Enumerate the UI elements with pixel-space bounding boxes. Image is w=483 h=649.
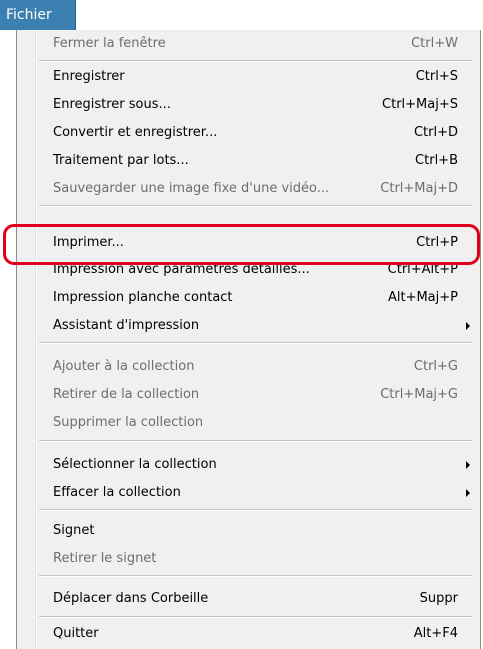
menu-item-shortcut: Ctrl+Maj+G bbox=[380, 387, 458, 402]
menu-item-label: Traitement par lots... bbox=[53, 153, 189, 168]
menu-item-deplacer-dans-corbeille[interactable]: Déplacer dans Corbeille Suppr bbox=[37, 585, 474, 613]
menu-item-shortcut: Suppr bbox=[419, 591, 458, 606]
menu-item-label: Convertir et enregistrer... bbox=[53, 125, 218, 140]
menu-item-retirer-de-la-collection[interactable]: Retirer de la collection Ctrl+Maj+G bbox=[37, 381, 474, 409]
menu-item-shortcut: Ctrl+Maj+D bbox=[380, 181, 458, 196]
submenu-arrow-icon bbox=[466, 461, 470, 469]
menu-item-label: Impression planche contact bbox=[53, 290, 233, 305]
menu-separator bbox=[39, 509, 472, 511]
menu-item-label: Retirer de la collection bbox=[53, 387, 200, 402]
menu-item-enregistrer[interactable]: Enregistrer Ctrl+S bbox=[37, 63, 474, 91]
menu-separator bbox=[39, 616, 472, 618]
menu-item-shortcut: Ctrl+S bbox=[415, 69, 458, 84]
menu-item-sauvegarder-image-fixe[interactable]: Sauvegarder une image fixe d'une vidéo..… bbox=[37, 175, 474, 203]
menu-fichier[interactable]: Fichier bbox=[0, 0, 76, 30]
menu-item-label: Sauvegarder une image fixe d'une vidéo..… bbox=[53, 181, 330, 196]
submenu-arrow-icon bbox=[466, 489, 470, 497]
menu-item-traitement-par-lots[interactable]: Traitement par lots... Ctrl+B bbox=[37, 147, 474, 175]
menu-item-ajouter-a-la-collection[interactable]: Ajouter à la collection Ctrl+G bbox=[37, 353, 474, 381]
menu-item-label: Retirer le signet bbox=[53, 551, 157, 566]
menu-separator bbox=[39, 575, 472, 577]
menu-item-selectionner-la-collection[interactable]: Sélectionner la collection bbox=[37, 451, 474, 479]
menu-item-shortcut: Alt+F4 bbox=[413, 626, 458, 641]
menu-item-label: Supprimer la collection bbox=[53, 415, 204, 430]
menu-item-label: Fermer la fenêtre bbox=[53, 36, 166, 51]
menu-separator bbox=[39, 60, 472, 62]
menu-item-signet[interactable]: Signet bbox=[37, 517, 474, 545]
menu-separator bbox=[39, 205, 472, 207]
menu-item-label: Effacer la collection bbox=[53, 485, 181, 500]
menu-item-label: Assistant d'impression bbox=[53, 318, 200, 333]
menu-item-enregistrer-sous[interactable]: Enregistrer sous... Ctrl+Maj+S bbox=[37, 91, 474, 119]
menu-item-label: Quitter bbox=[53, 626, 99, 641]
menu-item-shortcut: Ctrl+Alt+P bbox=[387, 262, 458, 277]
menu-bar: Fichier bbox=[0, 0, 483, 30]
menu-item-shortcut: Ctrl+W bbox=[411, 36, 458, 51]
menu-item-shortcut: Ctrl+D bbox=[413, 125, 458, 140]
menu-item-label: Déplacer dans Corbeille bbox=[53, 591, 209, 606]
menu-item-shortcut: Ctrl+P bbox=[416, 235, 458, 250]
menu-item-label: Impression avec paramètres détaillés... bbox=[53, 262, 310, 277]
menu-item-assistant-impression[interactable]: Assistant d'impression bbox=[37, 312, 474, 340]
menu-item-impression-parametres-detailles[interactable]: Impression avec paramètres détaillés... … bbox=[37, 256, 474, 284]
menu-item-shortcut: Ctrl+Maj+S bbox=[382, 97, 458, 112]
menu-separator bbox=[39, 342, 472, 344]
menu-item-label: Signet bbox=[53, 523, 95, 538]
menu-item-convertir-et-enregistrer[interactable]: Convertir et enregistrer... Ctrl+D bbox=[37, 119, 474, 147]
fichier-dropdown-menu: Fermer la fenêtre Ctrl+W Enregistrer Ctr… bbox=[16, 30, 481, 649]
menu-item-label: Imprimer... bbox=[53, 235, 124, 250]
menu-item-shortcut: Ctrl+B bbox=[415, 153, 458, 168]
menu-item-label: Ajouter à la collection bbox=[53, 359, 195, 374]
menu-item-fermer-la-fenetre[interactable]: Fermer la fenêtre Ctrl+W bbox=[37, 30, 474, 58]
menu-item-shortcut: Ctrl+G bbox=[413, 359, 458, 374]
menu-item-label: Enregistrer bbox=[53, 69, 125, 84]
submenu-arrow-icon bbox=[466, 322, 470, 330]
menu-item-impression-planche-contact[interactable]: Impression planche contact Alt+Maj+P bbox=[37, 284, 474, 312]
menu-item-imprimer[interactable]: Imprimer... Ctrl+P bbox=[37, 229, 474, 257]
menu-item-quitter[interactable]: Quitter Alt+F4 bbox=[37, 620, 474, 648]
menu-item-supprimer-la-collection[interactable]: Supprimer la collection bbox=[37, 409, 474, 437]
menu-item-label: Enregistrer sous... bbox=[53, 97, 171, 112]
menu-item-retirer-le-signet[interactable]: Retirer le signet bbox=[37, 545, 474, 573]
menu-separator bbox=[39, 440, 472, 442]
menu-item-effacer-la-collection[interactable]: Effacer la collection bbox=[37, 479, 474, 507]
menu-item-shortcut: Alt+Maj+P bbox=[387, 290, 458, 305]
menu-item-label: Sélectionner la collection bbox=[53, 457, 217, 472]
